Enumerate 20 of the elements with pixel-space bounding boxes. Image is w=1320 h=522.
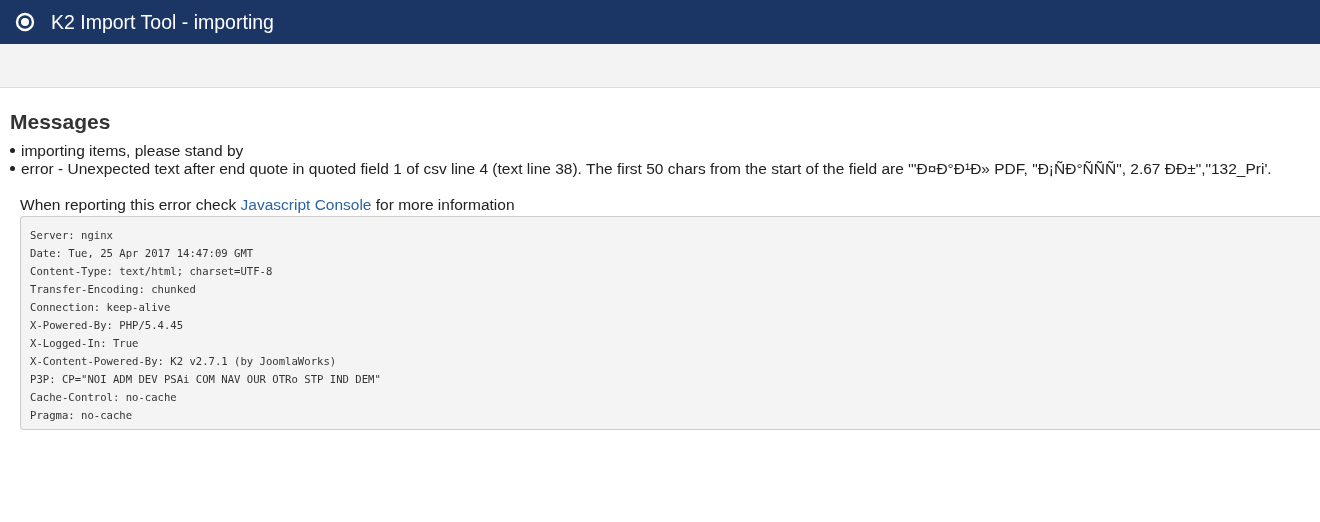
header-line: P3P: CP="NOI ADM DEV PSAi COM NAV OUR OTRo STP IND DEM" bbox=[30, 372, 382, 387]
page-title: K2 Import Tool - importing bbox=[51, 10, 274, 34]
header-line: Pragma: no-cache bbox=[30, 408, 134, 423]
console-link[interactable]: Javascript Console bbox=[240, 196, 372, 213]
message-text: importing items, please stand by bbox=[21, 142, 244, 160]
header-line: Cache-Control: no-cache bbox=[30, 390, 178, 405]
header-line: Content-Type: text/html; charset=UTF-8 bbox=[30, 264, 274, 279]
header-line: Date: Tue, 25 Apr 2017 14:47:09 GMT bbox=[30, 246, 255, 261]
header-line: X-Logged-In: True bbox=[30, 336, 140, 351]
message-text: error - Unexpected text after end quote in quoted field 1 of csv line 4 (text line 38). The first 50 chars from the start of the field are '"Đ¤Đ°Đ¹Đ» PDF, "Đ¡ÑĐ°ÑÑÑ", 2.67 ĐĐ±","132_Pri'. bbox=[21, 160, 1272, 178]
report-text: When reporting this error check Javascript Console for more information bbox=[20, 196, 516, 214]
messages-heading: Messages bbox=[10, 110, 112, 134]
bullet-icon bbox=[10, 166, 15, 171]
header-line: X-Content-Powered-By: K2 v2.7.1 (by JoomlaWorks) bbox=[30, 354, 338, 369]
bullet-icon bbox=[10, 148, 15, 153]
radio-icon bbox=[15, 12, 35, 32]
header-line: X-Powered-By: PHP/5.4.45 bbox=[30, 318, 185, 333]
header-line: Connection: keep-alive bbox=[30, 300, 172, 315]
header-line: Server: nginx bbox=[30, 228, 114, 243]
header-line: Transfer-Encoding: chunked bbox=[30, 282, 197, 297]
